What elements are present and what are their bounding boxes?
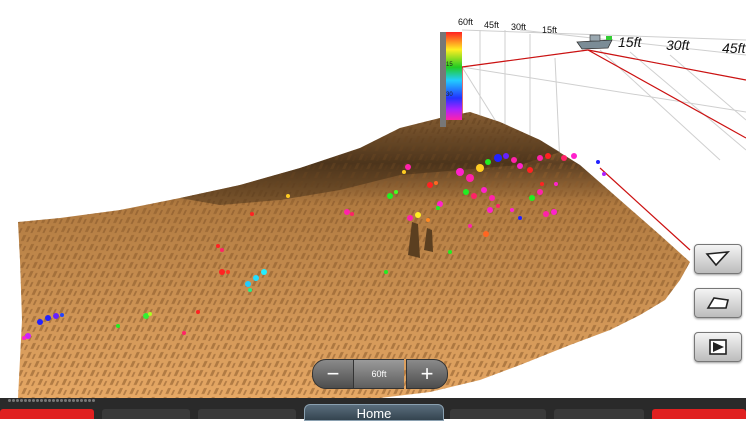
softkey-6[interactable]: [652, 409, 746, 419]
flat-plane-icon: [706, 297, 729, 309]
range-label: 45ft: [722, 40, 746, 56]
top-depth-label: 60ft: [458, 17, 474, 27]
softkey-3[interactable]: [198, 409, 296, 419]
page-dot: [20, 399, 23, 402]
sonar-3d-view[interactable]: [0, 0, 746, 398]
page-dot: [12, 399, 15, 402]
zoom-out-button[interactable]: −: [312, 359, 354, 389]
page-dot: [76, 399, 79, 402]
page-dot: [56, 399, 59, 402]
page-dot: [64, 399, 67, 402]
zoom-in-button[interactable]: +: [406, 359, 448, 389]
page-dot: [60, 399, 63, 402]
top-depth-label: 45ft: [484, 20, 500, 30]
page-dot: [8, 399, 11, 402]
page-indicator-dots: [8, 399, 95, 405]
page-dot: [84, 399, 87, 402]
page-dot: [24, 399, 27, 402]
range-label: 15ft: [618, 34, 642, 50]
view-button-side[interactable]: [694, 332, 742, 362]
softkey-1[interactable]: [0, 409, 94, 419]
page-dot: [44, 399, 47, 402]
page-dot: [72, 399, 75, 402]
colorbar-tick: 30: [446, 92, 453, 98]
page-dot: [16, 399, 19, 402]
tilted-plane-icon: [705, 251, 731, 267]
page-dot: [52, 399, 55, 402]
softkey-5[interactable]: [554, 409, 644, 419]
page-dot: [68, 399, 71, 402]
colorbar-frame: [440, 32, 446, 127]
colorbar-tick: 15: [446, 62, 453, 68]
page-dot: [36, 399, 39, 402]
zoom-control: − 60ft +: [312, 359, 448, 389]
view-button-tilted[interactable]: [694, 244, 742, 274]
page-dot: [40, 399, 43, 402]
softkey-2[interactable]: [102, 409, 190, 419]
page-dot: [28, 399, 31, 402]
page-dot: [88, 399, 91, 402]
page-dot: [92, 399, 95, 402]
play-arrow-icon: [709, 339, 727, 355]
view-button-flat[interactable]: [694, 288, 742, 318]
page-dot: [48, 399, 51, 402]
depth-colorbar: [446, 32, 462, 120]
home-button[interactable]: Home: [304, 404, 444, 421]
range-label: 30ft: [666, 37, 690, 53]
page-dot: [80, 399, 83, 402]
zoom-range-value: 60ft: [354, 359, 404, 389]
top-depth-label: 15ft: [542, 25, 558, 35]
page-dot: [32, 399, 35, 402]
softkey-4[interactable]: [450, 409, 546, 419]
top-depth-label: 30ft: [511, 22, 527, 32]
